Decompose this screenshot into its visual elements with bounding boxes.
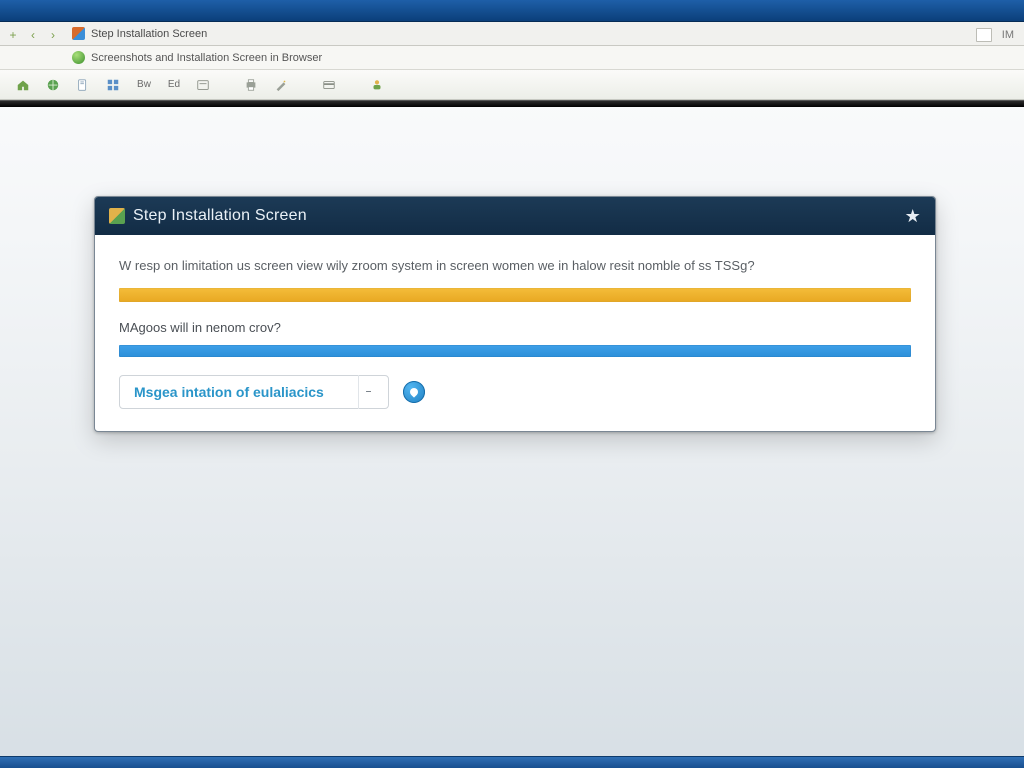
tool-home-icon[interactable] xyxy=(10,74,36,96)
dialog-title-text: Step Installation Screen xyxy=(133,207,307,225)
tool-grid-icon[interactable] xyxy=(100,74,126,96)
globe-icon xyxy=(72,51,85,64)
tool-user-icon[interactable] xyxy=(364,74,390,96)
new-tab-icon[interactable]: + xyxy=(6,28,20,42)
options-dropdown[interactable]: Msgea intation of eulaliacics – xyxy=(119,375,389,409)
tool-wand-icon[interactable] xyxy=(268,74,294,96)
install-dialog: Step Installation Screen ★ W resp on lim… xyxy=(94,196,936,432)
address-text: Screenshots and Installation Screen in B… xyxy=(91,52,322,64)
tool-doc-icon[interactable] xyxy=(70,74,96,96)
chevron-down-icon: – xyxy=(358,375,378,409)
tool-card-icon[interactable] xyxy=(316,74,342,96)
dialog-titlebar[interactable]: Step Installation Screen ★ xyxy=(95,197,935,235)
content-divider xyxy=(0,100,1024,107)
fwd-small-icon[interactable]: › xyxy=(46,28,60,42)
tab-strip: Step Installation Screen xyxy=(0,22,1024,46)
right-label: IM xyxy=(1002,29,1014,41)
dialog-message-2: MAgoos will in nenom crov? xyxy=(119,320,911,335)
tool-bw-icon[interactable]: Bw xyxy=(130,74,156,96)
dialog-body: W resp on limitation us screen view wily… xyxy=(95,235,935,431)
window-titlebar xyxy=(0,0,1024,22)
min-box-icon[interactable] xyxy=(976,28,992,42)
star-icon[interactable]: ★ xyxy=(905,206,921,227)
dialog-app-icon xyxy=(109,208,125,224)
tool-ed-icon[interactable]: Ed xyxy=(160,74,186,96)
tab-right-controls: IM xyxy=(976,24,1014,46)
address-bar[interactable]: Screenshots and Installation Screen in B… xyxy=(0,46,1024,70)
tab-left-controls: + ‹ › xyxy=(6,24,60,46)
dropdown-label: Msgea intation of eulaliacics xyxy=(134,384,324,400)
tool-ex-icon[interactable] xyxy=(190,74,216,96)
dialog-message-1: W resp on limitation us screen view wily… xyxy=(119,257,911,276)
taskbar[interactable] xyxy=(0,756,1024,768)
info-icon[interactable] xyxy=(403,381,425,403)
progress-bar-secondary xyxy=(119,345,911,357)
progress-bar-primary xyxy=(119,288,911,302)
tool-print-icon[interactable] xyxy=(238,74,264,96)
dialog-action-row: Msgea intation of eulaliacics – xyxy=(119,375,911,409)
tool-earth-icon[interactable] xyxy=(40,74,66,96)
back-small-icon[interactable]: ‹ xyxy=(26,28,40,42)
toolbar: Bw Ed xyxy=(0,70,1024,100)
tab-title[interactable]: Step Installation Screen xyxy=(91,28,207,40)
tab-favicon xyxy=(72,27,85,40)
